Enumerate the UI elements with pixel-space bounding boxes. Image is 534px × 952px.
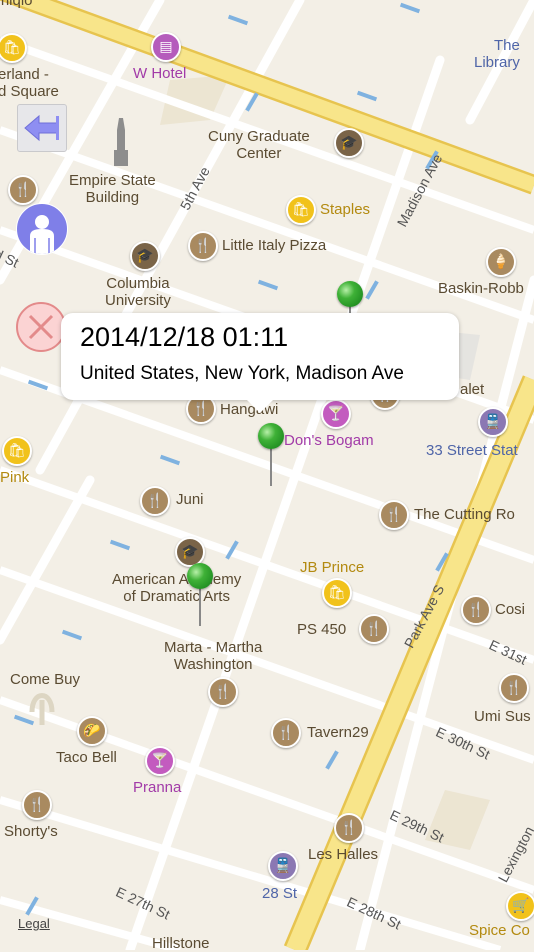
shopping-cart-icon[interactable]: 🛒: [506, 891, 534, 921]
legal-link[interactable]: Legal: [18, 916, 50, 931]
label-les-halles: Les Halles: [308, 846, 379, 863]
callout-date: 2014/12/18 01:11: [80, 322, 289, 352]
label-come-buy: Come Buy: [10, 671, 81, 688]
location-pin-3[interactable]: [187, 563, 213, 589]
label-dons-bogam: Don's Bogam: [284, 432, 374, 449]
fork-knife-icon[interactable]: 🍴: [334, 813, 364, 843]
pin-stem: [199, 586, 201, 626]
label-empire-state: Empire State Building: [69, 172, 156, 206]
label-american-academy: American Academy of Dramatic Arts: [112, 571, 241, 605]
user-location-button[interactable]: [16, 203, 68, 255]
fork-knife-icon[interactable]: 🍴: [379, 500, 409, 530]
label-hillstone: Hillstone: [152, 935, 210, 952]
label-cutting-room: The Cutting Ro: [414, 506, 515, 523]
location-callout[interactable]: 2014/12/18 01:11 United States, New York…: [61, 313, 459, 413]
label-columbia: Columbia University: [105, 275, 171, 309]
label-jb-prince: JB Prince: [300, 559, 365, 576]
clear-x-icon: [28, 314, 54, 340]
train-icon[interactable]: 🚆: [478, 407, 508, 437]
fork-knife-icon[interactable]: 🍴: [461, 595, 491, 625]
person-icon: [30, 215, 54, 254]
label-the-library: The Library: [474, 37, 520, 71]
left-arrow-icon: [24, 114, 59, 142]
ice-cream-icon[interactable]: 🍦: [486, 247, 516, 277]
cocktail-icon[interactable]: 🍸: [145, 746, 175, 776]
taco-icon[interactable]: 🌮: [77, 716, 107, 746]
label-marta: Marta - Martha Washington: [164, 639, 263, 673]
label-pink: Pink: [0, 469, 30, 486]
fork-knife-icon[interactable]: 🍴: [140, 486, 170, 516]
shopping-bag-icon[interactable]: 🛍: [2, 436, 32, 466]
label-umi-sushi: Umi Sus: [474, 708, 531, 725]
label-w-hotel: W Hotel: [133, 65, 187, 82]
back-button[interactable]: [17, 104, 67, 152]
label-shortys: Shorty's: [4, 823, 58, 840]
label-chalet: alet: [460, 381, 485, 398]
fork-knife-icon[interactable]: 🍴: [188, 231, 218, 261]
label-cosi: Cosi: [495, 601, 526, 618]
graduation-cap-icon[interactable]: 🎓: [130, 241, 160, 271]
fork-knife-icon[interactable]: 🍴: [208, 677, 238, 707]
fork-knife-icon[interactable]: 🍴: [271, 718, 301, 748]
fork-knife-icon[interactable]: 🍴: [8, 175, 38, 205]
fork-knife-icon[interactable]: 🍴: [359, 614, 389, 644]
label-pranna: Pranna: [133, 779, 182, 796]
label-juni: Juni: [176, 491, 204, 508]
label-33-street: 33 Street Stat: [426, 442, 518, 459]
location-pin-1[interactable]: [337, 281, 363, 307]
map-view[interactable]: 🛍 ▤ 🎓 🍴 🛍 🍴 🎓 🍦 🍴 🍸 🚆 🛍 🍴 🍴 🎓 🛍 🍴 🍴 🍴 🍴 …: [0, 0, 534, 952]
label-cuny: Cuny Graduate Center: [208, 128, 310, 162]
pin-stem: [270, 446, 272, 486]
location-pin-2[interactable]: [258, 423, 284, 449]
label-taco-bell: Taco Bell: [56, 749, 117, 766]
callout-address: United States, New York, Madison Ave: [80, 363, 404, 384]
label-little-italy: Little Italy Pizza: [222, 237, 327, 254]
fork-knife-icon[interactable]: 🍴: [499, 673, 529, 703]
shopping-bag-icon[interactable]: 🛍: [322, 578, 352, 608]
label-tavern29: Tavern29: [307, 724, 369, 741]
label-spice-co: Spice Co: [469, 922, 530, 939]
label-uniqlo: Uniqlo: [0, 0, 33, 9]
train-icon[interactable]: 🚆: [268, 851, 298, 881]
label-28-st: 28 St: [262, 885, 298, 902]
label-baskin: Baskin-Robb: [438, 280, 524, 297]
hotel-bed-icon[interactable]: ▤: [151, 32, 181, 62]
label-ps450: PS 450: [297, 621, 347, 638]
graduation-cap-icon[interactable]: 🎓: [334, 128, 364, 158]
fork-knife-icon[interactable]: 🍴: [22, 790, 52, 820]
cocktail-icon[interactable]: 🍸: [321, 399, 351, 429]
clear-pins-button[interactable]: [16, 302, 66, 352]
label-herald-square: erland - d Square: [0, 66, 59, 100]
label-staples: Staples: [320, 201, 371, 218]
shopping-bag-icon[interactable]: 🛍: [286, 195, 316, 225]
